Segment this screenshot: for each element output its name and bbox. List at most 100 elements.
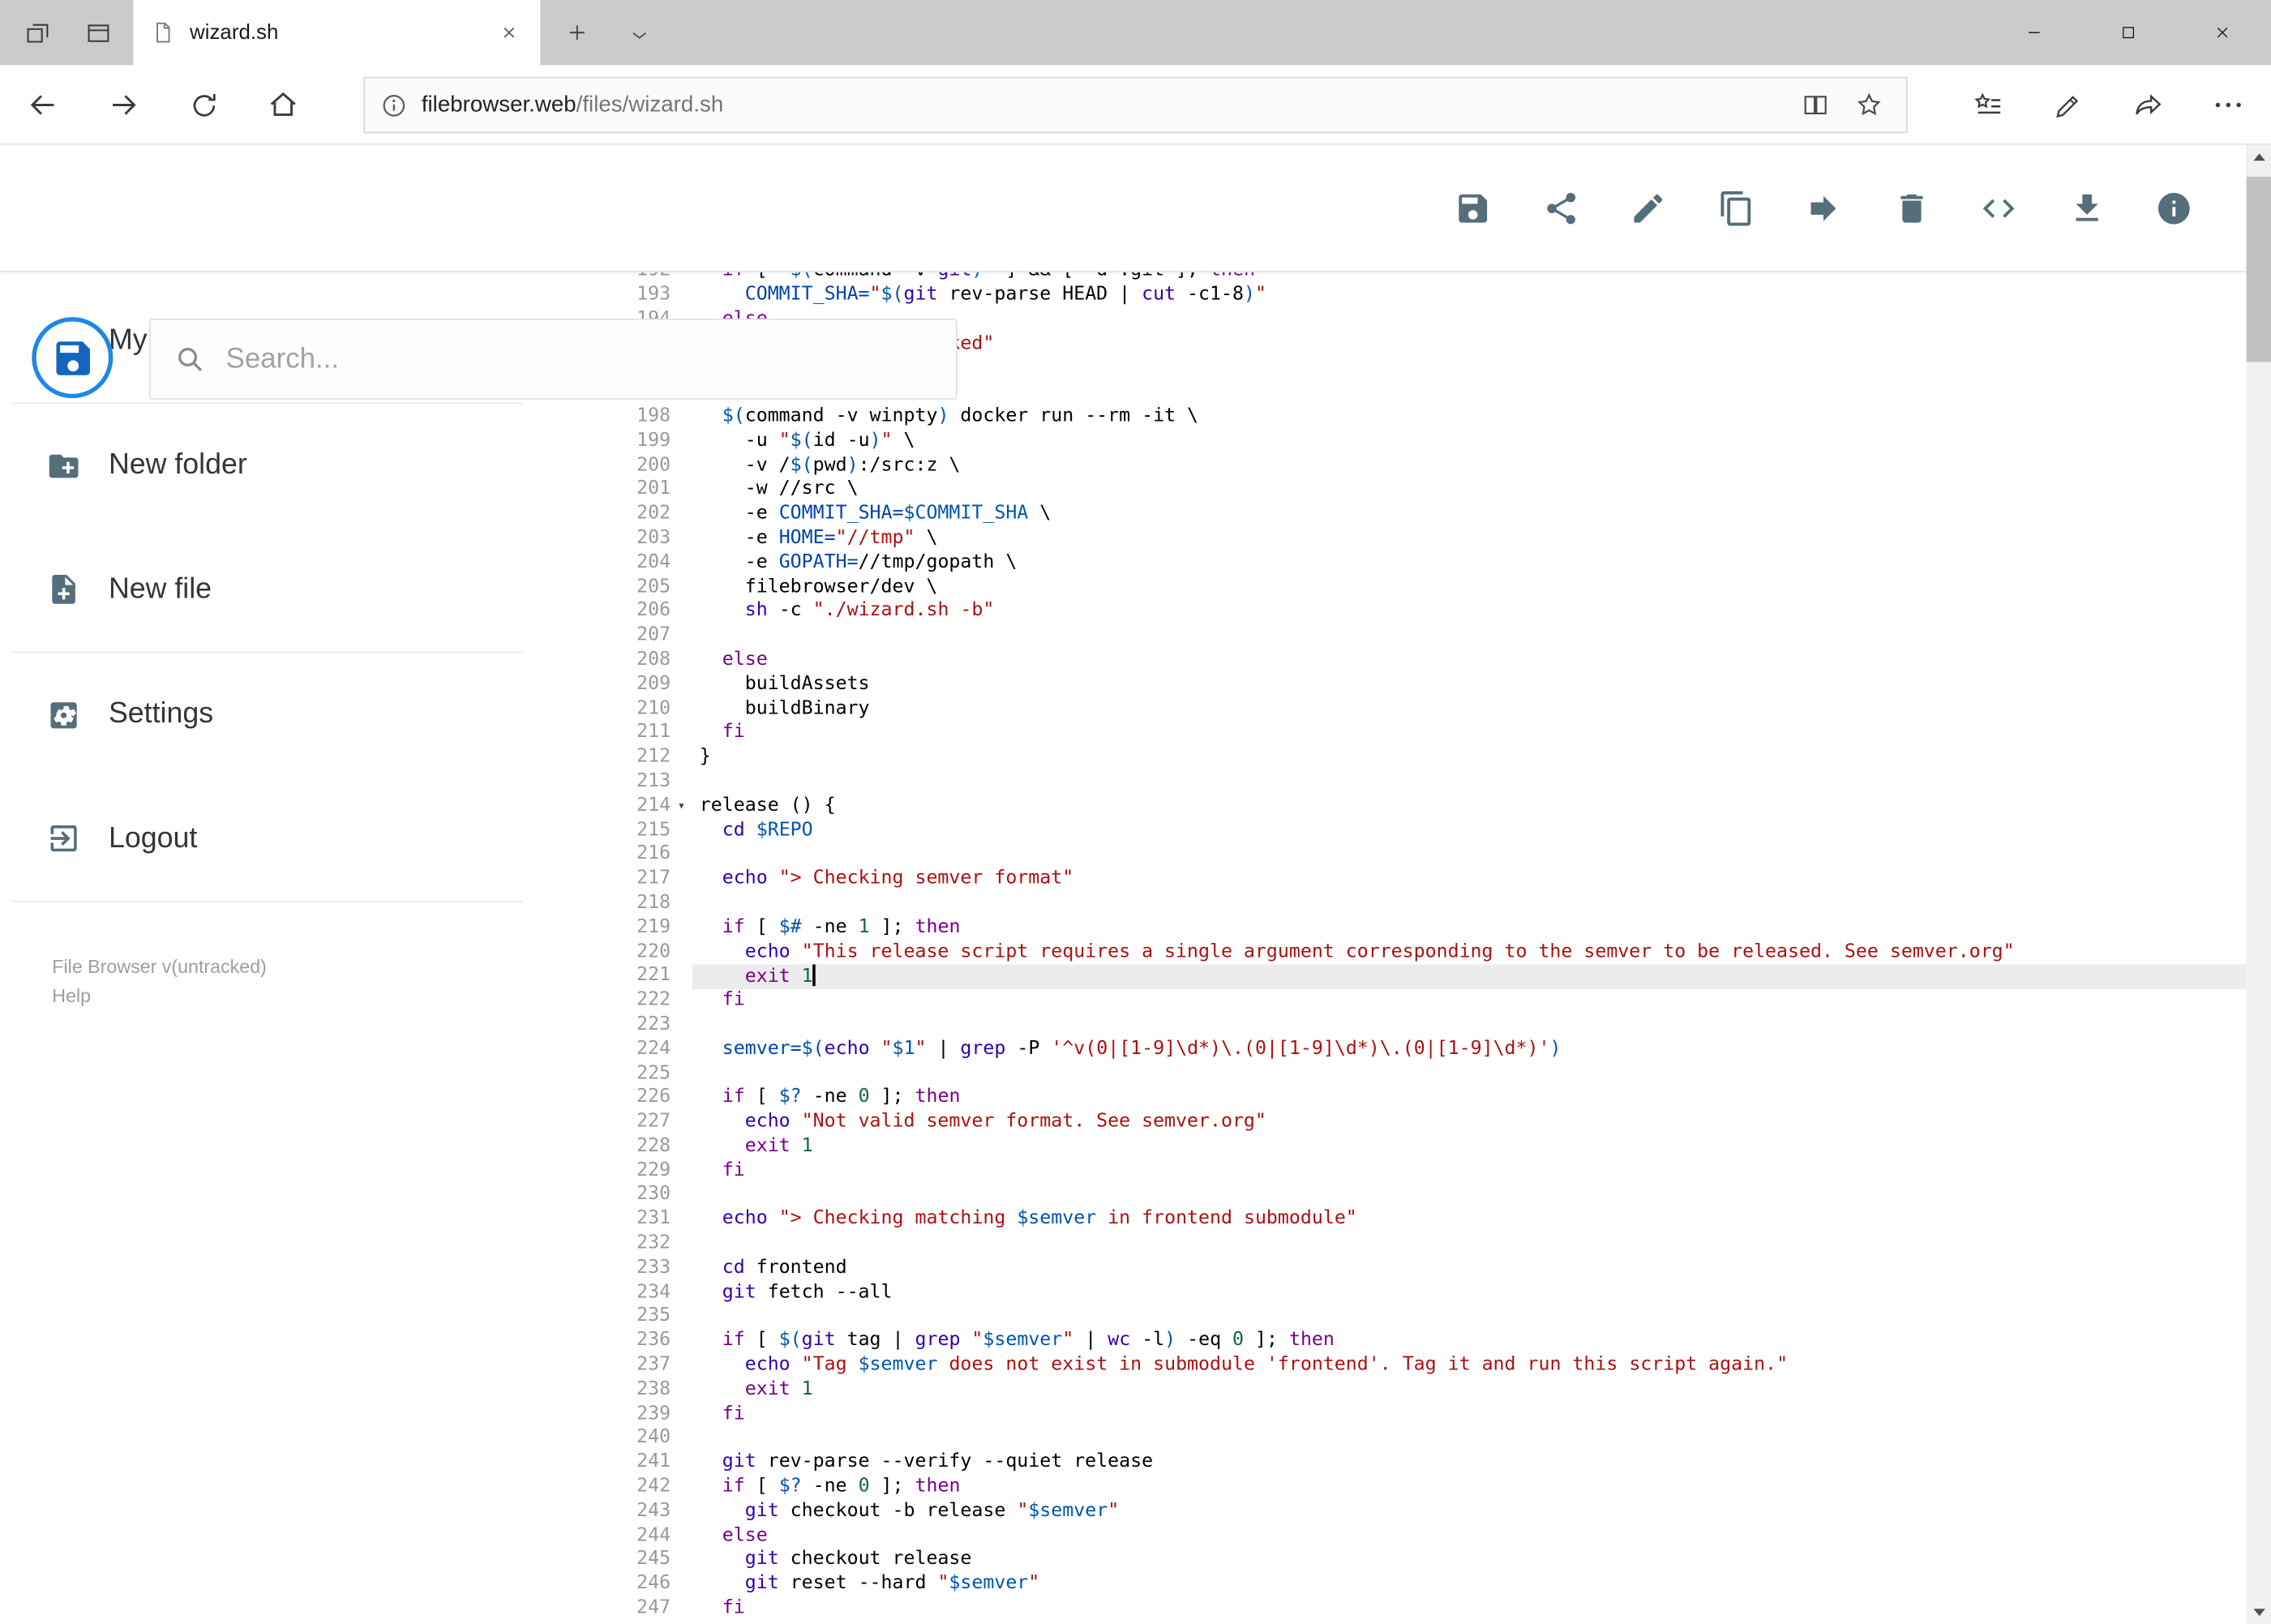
code-line-text[interactable]: git reset --hard "$semver" bbox=[692, 1573, 2247, 1597]
code-line-228[interactable]: 228 exit 1 bbox=[608, 1135, 2246, 1159]
code-line-193[interactable]: 193 COMMIT_SHA="$(git rev-parse HEAD | c… bbox=[608, 284, 2246, 308]
hub-favorites-button[interactable] bbox=[1961, 78, 2015, 131]
code-line-text[interactable]: COMMIT_SHA="$(git rev-parse HEAD | cut -… bbox=[692, 284, 2247, 308]
code-line-text[interactable] bbox=[692, 624, 2247, 649]
code-line-text[interactable] bbox=[692, 1305, 2247, 1330]
code-line-214[interactable]: 214 ▾ release () { bbox=[608, 795, 2246, 819]
code-line-208[interactable]: 208 else bbox=[608, 649, 2246, 673]
code-line-209[interactable]: 209 buildAssets bbox=[608, 673, 2246, 697]
code-line-text[interactable]: sh -c "./wizard.sh -b" bbox=[692, 600, 2247, 624]
info-button[interactable] bbox=[2155, 190, 2192, 227]
code-line-text[interactable]: -w //src \ bbox=[692, 478, 2247, 503]
code-line-206[interactable]: 206 sh -c "./wizard.sh -b" bbox=[608, 600, 2246, 624]
new-tab-button[interactable] bbox=[555, 11, 599, 55]
code-line-text[interactable]: cd $REPO bbox=[692, 819, 2247, 843]
code-line-246[interactable]: 246 git reset --hard "$semver" bbox=[608, 1573, 2246, 1597]
code-line-217[interactable]: 217 echo "> Checking semver format" bbox=[608, 868, 2246, 892]
scrollbar-thumb[interactable] bbox=[2246, 176, 2271, 362]
code-line-text[interactable]: git checkout release bbox=[692, 1549, 2247, 1573]
code-line-text[interactable]: -e HOME="//tmp" \ bbox=[692, 527, 2247, 551]
scrollbar-up-arrow[interactable] bbox=[2247, 145, 2271, 169]
site-info-icon[interactable] bbox=[379, 91, 409, 120]
code-line-210[interactable]: 210 buildBinary bbox=[608, 697, 2246, 722]
code-line-text[interactable]: else bbox=[692, 1524, 2247, 1549]
share-page-button[interactable] bbox=[2122, 78, 2175, 131]
filebrowser-logo[interactable] bbox=[32, 317, 114, 399]
sidebar-item-new-folder[interactable]: New folder bbox=[0, 404, 608, 528]
back-button[interactable] bbox=[16, 78, 70, 131]
code-line-198[interactable]: 198 $(command -v winpty) docker run --rm… bbox=[608, 405, 2246, 430]
help-link[interactable]: Help bbox=[52, 982, 91, 1011]
code-line-236[interactable]: 236 if [ $(git tag | grep "$semver" | wc… bbox=[608, 1330, 2246, 1354]
browser-tab[interactable]: wizard.sh bbox=[133, 0, 541, 66]
code-line-text[interactable]: buildBinary bbox=[692, 697, 2247, 722]
code-line-text[interactable]: echo "This release script requires a sin… bbox=[692, 941, 2247, 965]
code-line-text[interactable]: if [ $? -ne 0 ]; then bbox=[692, 1086, 2247, 1111]
add-favorite-button[interactable] bbox=[1847, 83, 1892, 127]
sidebar-item-new-file[interactable]: New file bbox=[0, 528, 608, 652]
copy-button[interactable] bbox=[1717, 190, 1755, 227]
code-line-243[interactable]: 243 git checkout -b release "$semver" bbox=[608, 1500, 2246, 1524]
code-line-192[interactable]: 192 if [ "$(command -v git)" ] && [ -d .… bbox=[608, 272, 2246, 284]
code-line-text[interactable]: cd frontend bbox=[692, 1257, 2247, 1281]
code-line-text[interactable] bbox=[692, 1427, 2247, 1451]
code-line-223[interactable]: 223 bbox=[608, 1013, 2246, 1038]
code-line-text[interactable]: if [ $(git tag | grep "$semver" | wc -l)… bbox=[692, 1330, 2247, 1354]
code-line-text[interactable]: git checkout -b release "$semver" bbox=[692, 1500, 2247, 1524]
code-line-239[interactable]: 239 fi bbox=[608, 1403, 2246, 1427]
code-line-222[interactable]: 222 fi bbox=[608, 989, 2246, 1013]
address-bar[interactable]: filebrowser.web/files/wizard.sh bbox=[363, 76, 1908, 134]
code-line-200[interactable]: 200 -v /$(pwd):/src:z \ bbox=[608, 454, 2246, 478]
code-line-text[interactable]: -v /$(pwd):/src:z \ bbox=[692, 454, 2247, 478]
code-line-218[interactable]: 218 bbox=[608, 892, 2246, 916]
fold-marker-icon[interactable]: ▾ bbox=[671, 795, 692, 819]
code-line-213[interactable]: 213 bbox=[608, 770, 2246, 795]
code-line-text[interactable]: } bbox=[692, 746, 2247, 770]
code-line-text[interactable]: filebrowser/dev \ bbox=[692, 576, 2247, 600]
code-line-text[interactable]: exit 1 bbox=[692, 1378, 2247, 1403]
delete-button[interactable] bbox=[1892, 190, 1930, 227]
window-close-button[interactable] bbox=[2188, 0, 2255, 65]
code-line-203[interactable]: 203 -e HOME="//tmp" \ bbox=[608, 527, 2246, 551]
code-line-231[interactable]: 231 echo "> Checking matching $semver in… bbox=[608, 1208, 2246, 1232]
code-line-text[interactable] bbox=[692, 770, 2247, 795]
code-line-text[interactable] bbox=[692, 843, 2247, 868]
code-line-232[interactable]: 232 bbox=[608, 1232, 2246, 1257]
code-line-199[interactable]: 199 -u "$(id -u)" \ bbox=[608, 430, 2246, 454]
code-line-text[interactable]: else bbox=[692, 649, 2247, 673]
code-line-text[interactable]: buildAssets bbox=[692, 673, 2247, 697]
code-line-230[interactable]: 230 bbox=[608, 1184, 2246, 1208]
more-menu-button[interactable] bbox=[2201, 78, 2255, 131]
code-line-221[interactable]: 221 exit 1 bbox=[608, 965, 2247, 990]
tab-close-button[interactable] bbox=[495, 19, 523, 46]
sidebar-item-settings[interactable]: Settings bbox=[0, 653, 608, 777]
code-line-text[interactable]: -e GOPATH=//tmp/gopath \ bbox=[692, 551, 2247, 576]
code-line-text[interactable] bbox=[692, 1062, 2247, 1086]
code-line-244[interactable]: 244 else bbox=[608, 1524, 2246, 1549]
code-line-text[interactable]: echo "> Checking semver format" bbox=[692, 868, 2247, 892]
code-line-212[interactable]: 212} bbox=[608, 746, 2246, 770]
code-line-247[interactable]: 247 fi bbox=[608, 1597, 2246, 1622]
home-button[interactable] bbox=[256, 78, 310, 131]
code-line-text[interactable]: if [ $# -ne 1 ]; then bbox=[692, 916, 2247, 941]
refresh-button[interactable] bbox=[177, 78, 230, 131]
code-line-224[interactable]: 224 semver=$(echo "$1" | grep -P '^v(0|[… bbox=[608, 1038, 2246, 1062]
code-line-204[interactable]: 204 -e GOPATH=//tmp/gopath \ bbox=[608, 551, 2246, 576]
code-line-text[interactable]: fi bbox=[692, 1597, 2247, 1622]
code-line-240[interactable]: 240 bbox=[608, 1427, 2246, 1451]
code-line-201[interactable]: 201 -w //src \ bbox=[608, 478, 2246, 503]
code-line-238[interactable]: 238 exit 1 bbox=[608, 1378, 2246, 1403]
code-line-text[interactable]: git rev-parse --verify --quiet release bbox=[692, 1451, 2247, 1476]
code-line-241[interactable]: 241 git rev-parse --verify --quiet relea… bbox=[608, 1451, 2246, 1476]
tab-previews-toggle-button[interactable] bbox=[617, 13, 662, 58]
code-line-text[interactable]: fi bbox=[692, 722, 2247, 746]
code-line-text[interactable]: git fetch --all bbox=[692, 1281, 2247, 1305]
reading-view-button[interactable] bbox=[1793, 83, 1838, 127]
code-line-237[interactable]: 237 echo "Tag $semver does not exist in … bbox=[608, 1354, 2246, 1378]
scrollbar-down-arrow[interactable] bbox=[2247, 1600, 2271, 1624]
tabs-set-aside-button[interactable] bbox=[15, 11, 59, 55]
code-line-211[interactable]: 211 fi bbox=[608, 722, 2246, 746]
code-line-text[interactable]: -u "$(id -u)" \ bbox=[692, 430, 2247, 454]
tab-preview-button[interactable] bbox=[75, 11, 120, 55]
code-line-242[interactable]: 242 if [ $? -ne 0 ]; then bbox=[608, 1476, 2246, 1500]
